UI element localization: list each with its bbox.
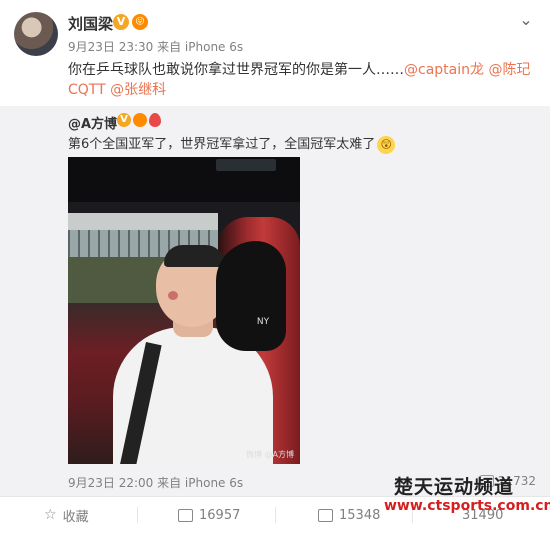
repost-body: 第6个全国亚军了，世界冠军拿过了，全国冠军太难了 (68, 137, 376, 152)
post-body: 你在乒乓球队也敢说你拿过世界冠军的你是第一人…… (68, 62, 404, 78)
post-meta: 9月23日 23:30 来自 iPhone 6s (68, 40, 244, 54)
vip-badge-icon (133, 113, 147, 127)
comment-button[interactable]: 15348 (318, 504, 380, 526)
verified-badge-icon: V (117, 113, 131, 127)
favorite-label: 收藏 (62, 509, 89, 525)
vip-badge-icon: 😜 (132, 14, 148, 30)
post-text: 你在乒乓球队也敢说你拿过世界冠军的你是第一人……@captain龙 @陈玘CQT… (68, 60, 538, 100)
cap-logo: NY (256, 317, 270, 327)
repost-count: 16957 (199, 507, 241, 523)
repost-text: 第6个全国亚军了，世界冠军拿过了，全国冠军太难了 😲 (68, 133, 396, 154)
mention-link[interactable]: @张继科 (110, 82, 166, 98)
photo-watermark: 微博 @A方博 (245, 450, 294, 459)
favorite-button[interactable]: ☆ 收藏 (44, 504, 89, 526)
star-icon: ☆ (44, 507, 57, 523)
divider (137, 507, 138, 523)
mention-link[interactable]: @captain龙 (404, 62, 484, 78)
hair (164, 245, 224, 267)
repost-photo[interactable]: NY 微博 @A方博 (68, 157, 300, 464)
weibo-post-card: 刘国梁 V 😜 9月23日 23:30 来自 iPhone 6s ⌄ 你在乒乓球… (0, 0, 550, 534)
repost-author[interactable]: @A方博 (68, 113, 117, 132)
black-cap (216, 241, 286, 351)
verified-badge-icon: V (113, 14, 129, 30)
avatar[interactable] (14, 12, 58, 56)
balloon-badge-icon (149, 113, 161, 127)
author-name[interactable]: 刘国梁 (68, 13, 113, 34)
sunroof (216, 159, 276, 171)
site-watermark-title: 楚天运动频道 (394, 476, 515, 498)
site-watermark-url: www.ctsports.com.cn (384, 498, 550, 514)
repost-icon (178, 508, 193, 522)
mouth (168, 291, 178, 300)
surprised-emoji-icon: 😲 (377, 135, 396, 154)
chevron-down-icon[interactable]: ⌄ (516, 10, 536, 30)
comment-count: 15348 (339, 507, 381, 523)
repost-meta: 9月23日 22:00 来自 iPhone 6s (68, 476, 244, 490)
repost-button[interactable]: 16957 (178, 504, 240, 526)
divider (275, 507, 276, 523)
comment-icon (318, 508, 333, 522)
